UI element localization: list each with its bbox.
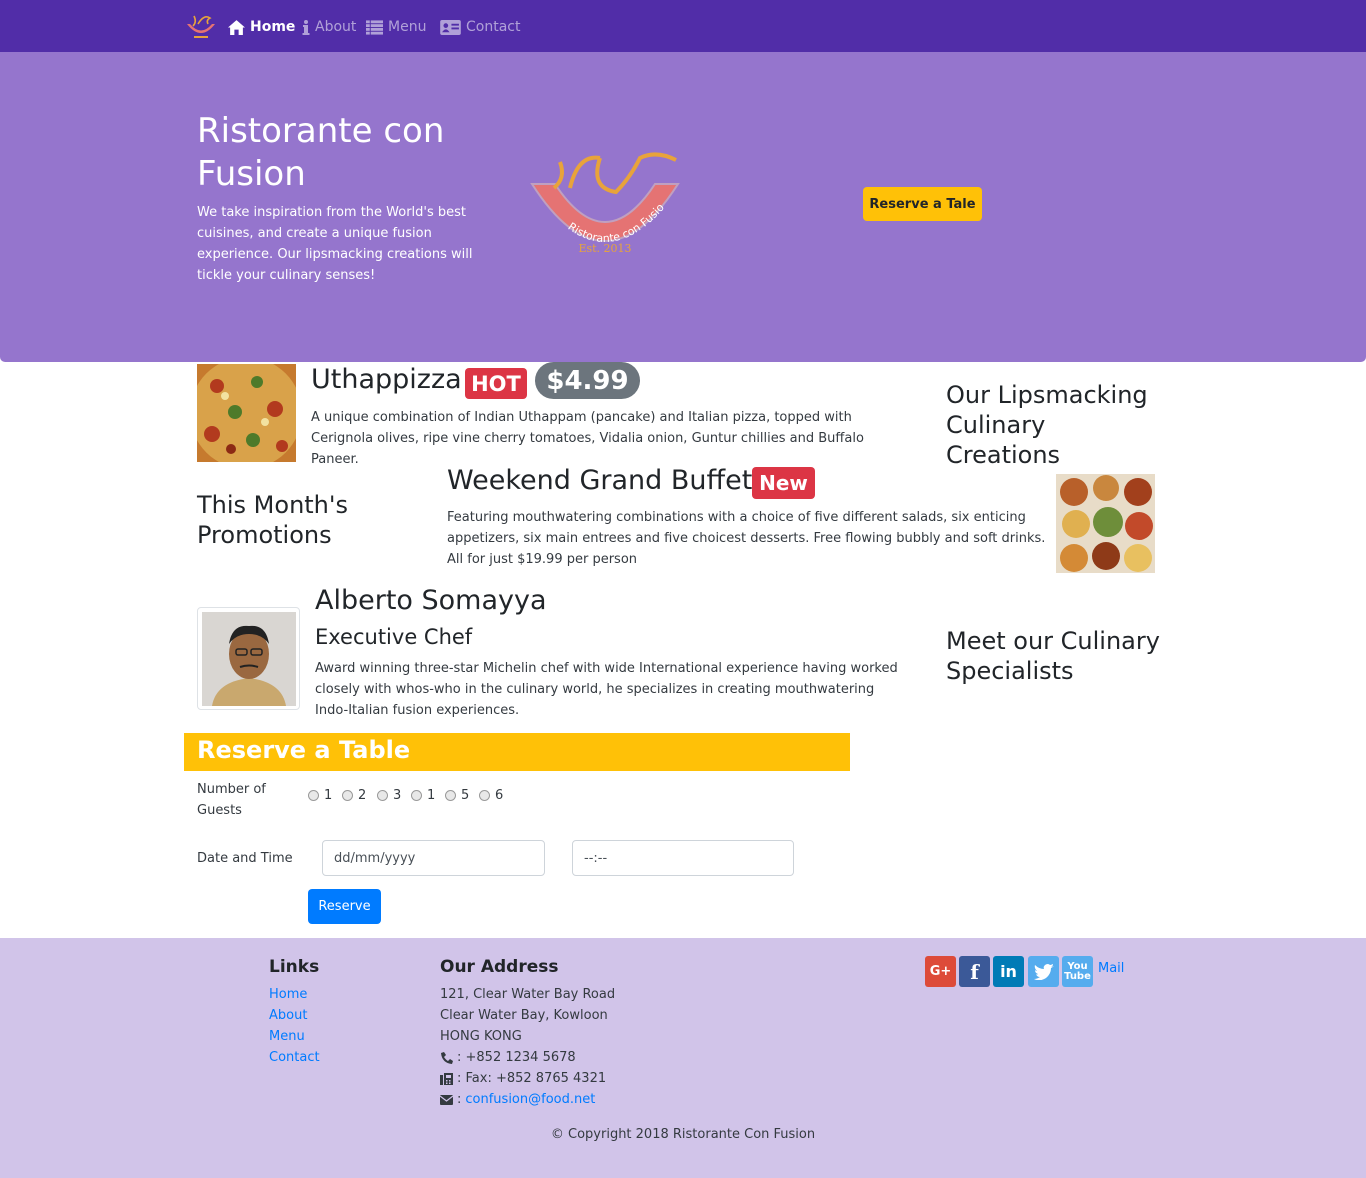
guests-radio-label: 1 [324, 788, 333, 803]
reserve-table-cta-button[interactable]: Reserve a Tale [863, 187, 982, 221]
info-icon [302, 19, 310, 35]
brand-logo[interactable] [184, 12, 218, 42]
nav-contact-label: Contact [466, 19, 521, 35]
footer-link-home[interactable]: Home [269, 987, 307, 1002]
email-prefix: : [457, 1092, 462, 1107]
nav-about[interactable]: About [302, 17, 356, 37]
guests-radio-2[interactable]: 2 [342, 788, 366, 803]
guests-radio-label: 1 [427, 788, 436, 803]
guests-radio-label: 5 [461, 788, 470, 803]
chef-name: Alberto Somayya [315, 585, 547, 616]
footer-link-contact[interactable]: Contact [269, 1050, 320, 1065]
guests-radio-4[interactable]: 1 [411, 788, 435, 803]
chef-role: Executive Chef [315, 625, 473, 649]
guests-radio-3[interactable]: 3 [377, 788, 401, 803]
price-badge: $4.99 [535, 362, 640, 399]
list-icon [366, 19, 383, 35]
reserve-submit-button[interactable]: Reserve [308, 889, 381, 924]
hot-badge: HOT [465, 368, 527, 399]
restaurant-logo: Ristorante con Fusion Est. 2013 [530, 148, 680, 255]
footer [0, 938, 1366, 1178]
specialists-heading: Meet our Culinary Specialists [946, 627, 1160, 685]
radio-circle[interactable] [308, 790, 319, 801]
guests-radio-label: 6 [495, 788, 504, 803]
home-icon [228, 19, 245, 35]
guests-radio-1[interactable]: 1 [308, 788, 332, 803]
nav-contact[interactable]: Contact [440, 17, 520, 37]
guests-radio-label: 3 [393, 788, 402, 803]
email-line: : confusion@food.net [440, 1092, 595, 1107]
reserve-table-title: Reserve a Table [197, 736, 411, 764]
nav-about-label: About [315, 19, 357, 35]
radio-circle[interactable] [479, 790, 490, 801]
nav-home[interactable]: Home [228, 17, 295, 37]
reserve-table-header: Reserve a Table [184, 733, 850, 771]
radio-circle[interactable] [411, 790, 422, 801]
fax-line: : Fax: +852 8765 4321 [440, 1071, 606, 1086]
jumbotron: Ristorante con Fusion We take inspiratio… [0, 52, 1366, 362]
fax-icon [440, 1072, 453, 1085]
address-card-icon [440, 19, 461, 35]
mail-link[interactable]: Mail [1098, 961, 1124, 976]
guests-radio-label: 2 [358, 788, 367, 803]
copyright-text: © Copyright 2018 Ristorante Con Fusion [550, 1127, 816, 1142]
buffet-image [1056, 474, 1155, 573]
promotion-name: Weekend Grand Buffet [447, 465, 753, 496]
dish-name: Uthappizza [311, 364, 462, 395]
new-badge: New [752, 467, 815, 499]
restaurant-tagline: We take inspiration from the World's bes… [197, 205, 473, 283]
youtube-icon[interactable]: You Tube [1062, 956, 1093, 987]
linkedin-icon[interactable]: in [993, 956, 1024, 987]
radio-circle[interactable] [342, 790, 353, 801]
creations-heading: Our Lipsmacking Culinary Creations [946, 381, 1148, 469]
address-line-2: Clear Water Bay, Kowloon [440, 1008, 608, 1023]
datetime-label: Date and Time [197, 851, 293, 866]
chef-description: Award winning three-star Michelin chef w… [315, 661, 898, 718]
restaurant-title: Ristorante con Fusion [197, 111, 445, 194]
youtube-glyph-top: You [1067, 960, 1088, 972]
footer-address-heading: Our Address [440, 957, 559, 977]
google-plus-icon[interactable]: G+ [925, 956, 956, 987]
promotions-heading: This Month's Promotions [197, 491, 348, 549]
phone-icon [441, 1051, 453, 1064]
footer-link-menu[interactable]: Menu [269, 1029, 305, 1044]
navbar: Home About Menu Contact [0, 0, 1366, 52]
youtube-glyph-bottom: Tube [1064, 970, 1091, 982]
twitter-icon[interactable] [1028, 956, 1059, 987]
address-line-3: HONG KONG [440, 1029, 522, 1044]
nav-home-label: Home [250, 19, 296, 35]
guests-label: Number of Guests [197, 782, 266, 818]
fax-number: : Fax: +852 8765 4321 [457, 1071, 607, 1086]
date-input[interactable]: dd/mm/yyyy [322, 840, 545, 876]
facebook-icon[interactable]: f [959, 956, 990, 987]
time-input[interactable]: --:-- [572, 840, 794, 876]
uthappizza-image [197, 364, 296, 462]
promotion-description: Featuring mouthwatering combinations wit… [447, 510, 1046, 567]
footer-links-heading: Links [269, 957, 320, 977]
phone-number: : +852 1234 5678 [457, 1050, 576, 1065]
dish-description: A unique combination of Indian Uthappam … [311, 410, 864, 467]
twitter-bird-glyph [1033, 963, 1054, 980]
nav-menu-label: Menu [388, 19, 427, 35]
chef-photo [202, 612, 296, 706]
radio-circle[interactable] [445, 790, 456, 801]
phone-line: : +852 1234 5678 [440, 1050, 576, 1065]
nav-menu[interactable]: Menu [366, 17, 426, 37]
envelope-icon [440, 1094, 453, 1105]
email-link[interactable]: confusion@food.net [465, 1092, 595, 1107]
radio-circle[interactable] [377, 790, 388, 801]
address-line-1: 121, Clear Water Bay Road [440, 987, 616, 1002]
chef-image-frame [197, 607, 300, 710]
guests-radio-6[interactable]: 6 [479, 788, 503, 803]
logo-est-text: Est. 2013 [578, 242, 631, 255]
guests-radio-5[interactable]: 5 [445, 788, 469, 803]
footer-link-about[interactable]: About [269, 1008, 307, 1023]
